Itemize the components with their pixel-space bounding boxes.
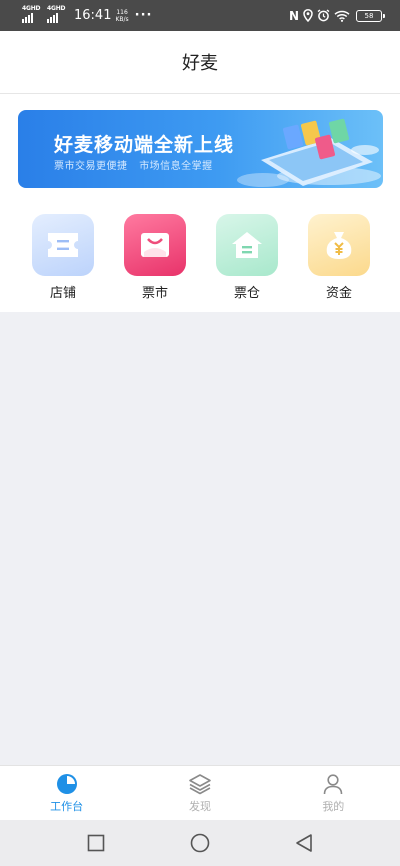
page-title: 好麦 — [182, 53, 218, 74]
nfc-icon: N — [288, 8, 299, 23]
quick-action-funds[interactable]: 资金 — [293, 214, 385, 301]
quick-action-warehouse[interactable]: 票仓 — [201, 214, 293, 301]
network-speed: 116 KB/s — [115, 9, 128, 23]
status-bar: 4GHD 4GHD 16:41 116 KB/s ··· N 58 — [0, 0, 400, 31]
quick-action-label: 票仓 — [233, 286, 260, 301]
quick-action-label: 票市 — [141, 286, 168, 301]
signal-bars-icon — [22, 12, 33, 23]
tab-discover[interactable]: 发现 — [133, 766, 266, 820]
battery-level: 58 — [364, 11, 374, 20]
banner-subtitle-1: 票市交易更便捷 — [54, 161, 128, 172]
home-icon[interactable] — [190, 833, 210, 853]
tab-label: 工作台 — [50, 800, 84, 813]
quick-action-market[interactable]: 票市 — [109, 214, 201, 301]
bottom-tab-bar: 工作台 发现 我的 — [0, 765, 400, 820]
banner-subtitle-2: 市场信息全掌握 — [139, 161, 213, 172]
banner-subtitle: 票市交易更便捷 市场信息全掌握 — [54, 157, 213, 172]
money-bag-icon — [326, 232, 352, 259]
funds-tile — [308, 214, 370, 276]
pie-chart-icon — [56, 774, 77, 794]
house-icon — [232, 232, 262, 258]
signal-1: 4GHD — [22, 5, 41, 23]
tab-label: 发现 — [188, 800, 211, 813]
ticket-icon — [48, 233, 78, 257]
warehouse-tile — [216, 214, 278, 276]
alarm-icon — [317, 9, 330, 22]
location-icon — [303, 9, 313, 22]
bag-icon — [141, 233, 169, 257]
network-type-1: 4GHD — [22, 4, 41, 12]
market-tile — [124, 214, 186, 276]
quick-actions: 店铺 票市 票仓 资金 — [0, 214, 400, 301]
quick-action-label: 店铺 — [49, 286, 76, 301]
tab-label: 我的 — [322, 800, 345, 813]
recent-apps-icon[interactable] — [87, 834, 105, 852]
battery-icon: 58 — [356, 9, 385, 22]
speed-unit: KB/s — [115, 15, 129, 23]
quick-action-store[interactable]: 店铺 — [17, 214, 109, 301]
signal-bars-icon — [47, 12, 58, 23]
banner-title: 好麦移动端全新上线 — [54, 134, 235, 156]
tab-me[interactable]: 我的 — [267, 766, 400, 820]
promo-banner[interactable]: 好麦移动端全新上线 票市交易更便捷 市场信息全掌握 — [18, 110, 383, 188]
workspace-panel: 好麦移动端全新上线 票市交易更便捷 市场信息全掌握 店铺 票市 票仓 资金 — [0, 94, 400, 312]
wifi-icon — [334, 10, 350, 22]
user-icon — [324, 774, 343, 795]
speed-value: 116 — [116, 8, 128, 16]
app-header: 好麦 — [0, 31, 400, 94]
more-notifications-icon: ··· — [134, 8, 153, 23]
clock: 16:41 — [74, 8, 112, 23]
signal-2: 4GHD — [47, 5, 66, 23]
back-icon[interactable] — [295, 833, 313, 853]
phone-illustration-icon — [237, 118, 381, 187]
store-tile — [32, 214, 94, 276]
quick-action-label: 资金 — [325, 286, 352, 301]
network-type-2: 4GHD — [47, 4, 66, 12]
system-nav-bar — [0, 820, 400, 866]
layers-icon — [189, 774, 211, 795]
tab-workbench[interactable]: 工作台 — [0, 766, 133, 820]
